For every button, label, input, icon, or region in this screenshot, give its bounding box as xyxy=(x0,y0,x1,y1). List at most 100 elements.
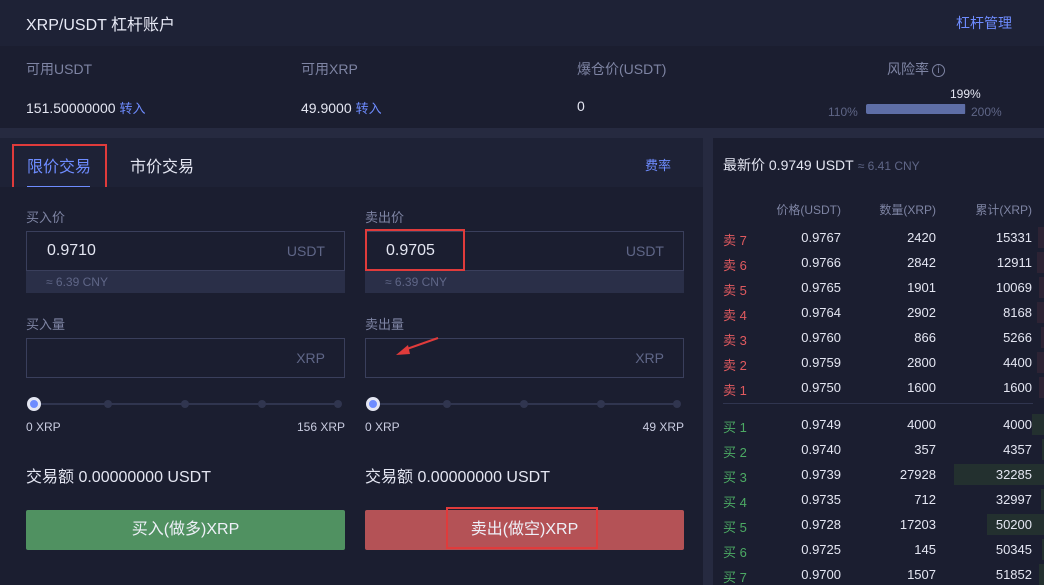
bid-order-row[interactable]: 买 1 0.9749 4000 4000 xyxy=(713,412,1044,437)
info-icon[interactable]: i xyxy=(932,64,945,77)
panel-divider xyxy=(703,138,713,585)
slider-mark[interactable] xyxy=(104,400,112,408)
liquidation-price-label: 爆仓价(USDT) xyxy=(577,61,667,77)
order-side: 买 2 xyxy=(723,445,747,460)
buy-long-button[interactable]: 买入(做多)XRP xyxy=(26,510,345,550)
trade-panel: 限价交易 市价交易 费率 买入价 0.9710 USDT ≈ 6.39 CNY … xyxy=(0,138,703,585)
tab-market-order[interactable]: 市价交易 xyxy=(130,153,194,177)
buy-amount-label: 买入量 xyxy=(26,317,66,332)
order-side: 买 1 xyxy=(723,420,747,435)
slider-mark[interactable] xyxy=(258,400,266,408)
order-cum: 1600 xyxy=(1003,380,1032,395)
order-side: 买 5 xyxy=(723,520,747,535)
slider-mark[interactable] xyxy=(520,400,528,408)
buy-price-input[interactable]: 0.9710 USDT xyxy=(26,231,345,271)
depth-bar xyxy=(1039,377,1044,398)
liquidation-price-value: 0 xyxy=(577,98,585,114)
risk-rate-current: 199% xyxy=(950,87,981,101)
order-qty: 357 xyxy=(914,442,936,457)
fee-rate-link[interactable]: 费率 xyxy=(645,155,671,174)
last-price-cny: ≈ 6.41 CNY xyxy=(857,159,920,173)
order-price: 0.9765 xyxy=(801,280,841,295)
order-qty: 1600 xyxy=(907,380,936,395)
sell-price-label: 卖出价 xyxy=(365,210,405,225)
order-price: 0.9739 xyxy=(801,467,841,482)
order-qty: 712 xyxy=(914,492,936,507)
buy-price-cny: ≈ 6.39 CNY xyxy=(26,271,345,293)
available-usdt-label: 可用USDT xyxy=(26,61,93,77)
depth-bar xyxy=(1037,302,1044,323)
order-form: 买入价 0.9710 USDT ≈ 6.39 CNY 买入量 XRP 0 XRP… xyxy=(0,187,703,585)
last-price-value: 最新价 0.9749 USDT xyxy=(723,157,854,173)
page-title: XRP/USDT 杠杆账户 xyxy=(26,17,176,34)
ask-order-row[interactable]: 卖 6 0.9766 2842 12911 xyxy=(713,250,1044,275)
order-cum: 32285 xyxy=(995,467,1032,482)
bid-order-row[interactable]: 买 6 0.9725 145 50345 xyxy=(713,537,1044,562)
bid-order-row[interactable]: 买 5 0.9728 17203 50200 xyxy=(713,512,1044,537)
bid-order-row[interactable]: 买 7 0.9700 1507 51852 xyxy=(713,562,1044,585)
order-qty: 2842 xyxy=(907,255,936,270)
order-price: 0.9735 xyxy=(801,492,841,507)
order-price: 0.9740 xyxy=(801,442,841,457)
transfer-xrp-link[interactable]: 转入 xyxy=(356,101,382,116)
sell-total: 交易额 0.00000000 USDT xyxy=(365,469,550,486)
order-side: 买 3 xyxy=(723,470,747,485)
order-price: 0.9767 xyxy=(801,230,841,245)
slider-mark[interactable] xyxy=(673,400,681,408)
transfer-usdt-link[interactable]: 转入 xyxy=(120,101,146,116)
order-price: 0.9750 xyxy=(801,380,841,395)
order-side: 买 6 xyxy=(723,545,747,560)
slider-mark[interactable] xyxy=(334,400,342,408)
ask-order-row[interactable]: 卖 2 0.9759 2800 4400 xyxy=(713,350,1044,375)
order-price: 0.9764 xyxy=(801,305,841,320)
depth-bar xyxy=(1038,227,1044,248)
ask-order-row[interactable]: 卖 7 0.9767 2420 15331 xyxy=(713,225,1044,250)
order-qty: 17203 xyxy=(899,517,936,532)
sell-amount-slider[interactable] xyxy=(366,397,681,411)
sell-price-value: 0.9705 xyxy=(386,242,435,259)
sell-short-button[interactable]: 卖出(做空)XRP xyxy=(365,510,684,550)
order-cum: 51852 xyxy=(995,567,1032,582)
sell-price-input[interactable]: 0.9705 USDT xyxy=(365,231,684,271)
section-divider xyxy=(0,128,1044,138)
order-side: 买 4 xyxy=(723,495,747,510)
account-summary: 可用USDT 151.50000000 转入 可用XRP 49.9000 转入 爆仓… xyxy=(0,46,1044,128)
depth-bar xyxy=(1037,252,1044,273)
bid-order-row[interactable]: 买 3 0.9739 27928 32285 xyxy=(713,462,1044,487)
risk-rate-label: 风险率 i xyxy=(887,59,945,79)
order-qty: 145 xyxy=(914,542,936,557)
available-usdt-value: 151.50000000 xyxy=(26,100,116,116)
order-qty: 4000 xyxy=(907,417,936,432)
slider-handle[interactable] xyxy=(27,397,41,411)
slider-mark[interactable] xyxy=(597,400,605,408)
order-side: 卖 7 xyxy=(723,233,747,248)
risk-rate-bar xyxy=(866,104,966,114)
buy-amount-slider[interactable] xyxy=(27,397,342,411)
order-qty: 2902 xyxy=(907,305,936,320)
order-cum: 10069 xyxy=(995,280,1032,295)
bid-order-row[interactable]: 买 2 0.9740 357 4357 xyxy=(713,437,1044,462)
margin-manage-link[interactable]: 杠杆管理 xyxy=(956,13,1012,33)
bid-order-row[interactable]: 买 4 0.9735 712 32997 xyxy=(713,487,1044,512)
slider-mark[interactable] xyxy=(181,400,189,408)
ask-order-row[interactable]: 卖 4 0.9764 2902 8168 xyxy=(713,300,1044,325)
ask-order-row[interactable]: 卖 3 0.9760 866 5266 xyxy=(713,325,1044,350)
depth-bar xyxy=(1039,277,1044,298)
annotation-arrow-icon xyxy=(396,337,439,355)
ask-order-row[interactable]: 卖 5 0.9765 1901 10069 xyxy=(713,275,1044,300)
ask-order-row[interactable]: 卖 1 0.9750 1600 1600 xyxy=(713,375,1044,400)
order-qty: 2420 xyxy=(907,230,936,245)
order-book-separator xyxy=(723,403,1033,404)
slider-handle[interactable] xyxy=(366,397,380,411)
available-xrp: 49.9000 转入 xyxy=(301,98,382,117)
sell-amount-label: 卖出量 xyxy=(365,317,405,332)
buy-amount-input[interactable]: XRP xyxy=(26,338,345,378)
order-side: 卖 3 xyxy=(723,333,747,348)
header-quantity: 数量(XRP) xyxy=(879,203,936,217)
tab-limit-order[interactable]: 限价交易 xyxy=(27,153,91,177)
order-price: 0.9725 xyxy=(801,542,841,557)
page-header: XRP/USDT 杠杆账户 杠杆管理 xyxy=(0,0,1044,46)
slider-mark[interactable] xyxy=(443,400,451,408)
header-cumulative: 累计(XRP) xyxy=(975,203,1032,217)
order-price: 0.9700 xyxy=(801,567,841,582)
